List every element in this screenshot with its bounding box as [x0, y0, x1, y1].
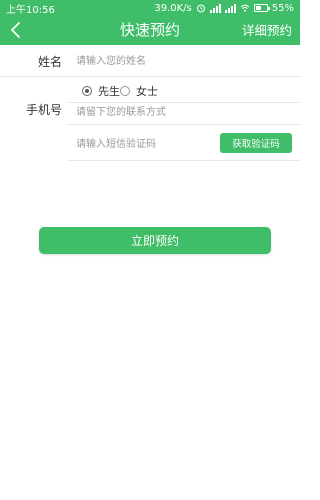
- wifi-icon: [240, 4, 250, 12]
- verification-code-row: 获取验证码: [68, 125, 300, 161]
- net-speed: 39.0K/s: [154, 2, 192, 14]
- signal-icon: [209, 3, 221, 13]
- phone-input[interactable]: [76, 105, 290, 119]
- status-right: 39.0K/s 55%: [154, 3, 294, 14]
- phone-label: 手机号: [25, 103, 62, 117]
- battery-icon: [253, 4, 270, 12]
- verification-code-input[interactable]: [76, 137, 216, 151]
- status-time: 上午10:56: [6, 4, 55, 16]
- battery-percent: 55%: [271, 2, 294, 14]
- radio-selected-icon: [82, 86, 92, 96]
- detailed-booking-link[interactable]: 详细预约: [242, 16, 292, 45]
- gender-option-mr[interactable]: 先生: [82, 83, 120, 99]
- name-label: 姓名: [37, 55, 62, 69]
- gender-option-ms[interactable]: 女士: [120, 83, 158, 99]
- gender-group: 先生 女士: [68, 77, 300, 103]
- radio-unselected-icon: [120, 86, 130, 96]
- alarm-icon: [196, 4, 205, 13]
- name-row: 姓名: [0, 45, 300, 77]
- submit-booking-button[interactable]: 立即预约: [39, 227, 271, 254]
- phone-row: [68, 103, 300, 125]
- nav-bar: 快速预约 详细预约: [0, 16, 300, 45]
- get-code-button[interactable]: 获取验证码: [220, 133, 292, 153]
- gender-option-ms-label: 女士: [136, 85, 158, 98]
- gender-option-mr-label: 先生: [98, 85, 120, 98]
- status-bar: 上午10:56 39.0K/s 55%: [0, 0, 300, 16]
- name-input[interactable]: [76, 54, 290, 68]
- signal-icon-2: [224, 3, 236, 13]
